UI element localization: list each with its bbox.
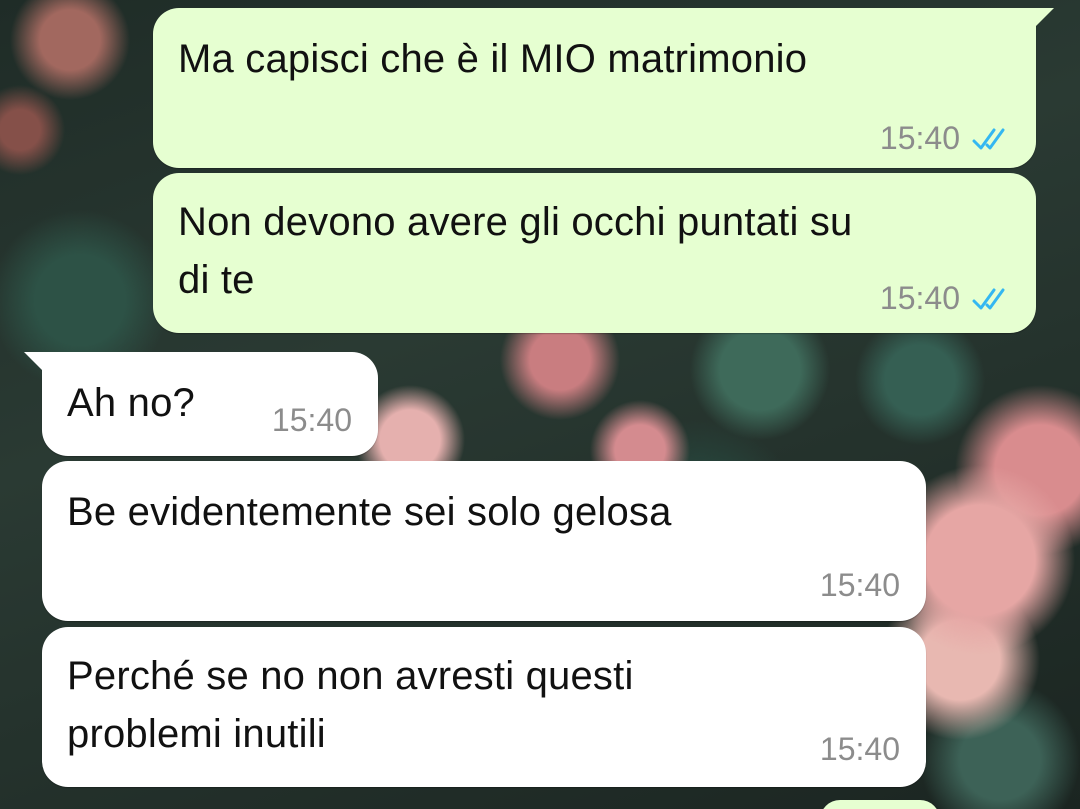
outgoing-message[interactable]: Non devono avere gli occhi puntati su di…	[153, 173, 1036, 333]
double-check-icon	[972, 288, 1005, 309]
incoming-message[interactable]: Perché se no non avresti questi problemi…	[42, 627, 926, 787]
incoming-message[interactable]: Be evidentemente sei solo gelosa 15:40	[42, 461, 926, 621]
message-meta: 15:40	[820, 731, 900, 768]
message-timestamp: 15:40	[879, 280, 960, 316]
message-timestamp: 15:40	[879, 120, 960, 156]
message-text: Ma capisci che è il MIO matrimonio	[178, 37, 808, 81]
message-timestamp: 15:40	[819, 731, 900, 767]
incoming-message[interactable]: Ah no? 15:40	[24, 352, 378, 456]
message-line: Perché se no non avresti questi	[67, 654, 634, 698]
message-line: Non devono avere gli occhi puntati su	[178, 200, 853, 244]
message-meta: 15:40	[820, 567, 900, 604]
message-text: Non devono avere gli occhi puntati su di…	[178, 193, 853, 309]
bubble-tail	[24, 352, 46, 374]
outgoing-message[interactable]: Ma capisci che è il MIO matrimonio 15:40	[153, 8, 1054, 168]
partial-next-message	[820, 800, 940, 809]
message-meta: 15:40	[272, 402, 352, 439]
message-meta: 15:40	[880, 280, 1016, 317]
message-text: Be evidentemente sei solo gelosa	[67, 490, 672, 534]
message-meta: 15:40	[880, 120, 1016, 157]
double-check-icon	[972, 128, 1005, 149]
message-line: problemi inutili	[67, 712, 326, 756]
message-text: Ah no?	[67, 381, 195, 425]
chat-conversation: Ma capisci che è il MIO matrimonio 15:40…	[0, 0, 1080, 809]
message-line: di te	[178, 258, 255, 302]
message-text: Perché se no non avresti questi problemi…	[67, 647, 634, 763]
message-timestamp: 15:40	[271, 402, 352, 438]
bubble-tail	[1032, 8, 1054, 30]
message-timestamp: 15:40	[819, 567, 900, 603]
